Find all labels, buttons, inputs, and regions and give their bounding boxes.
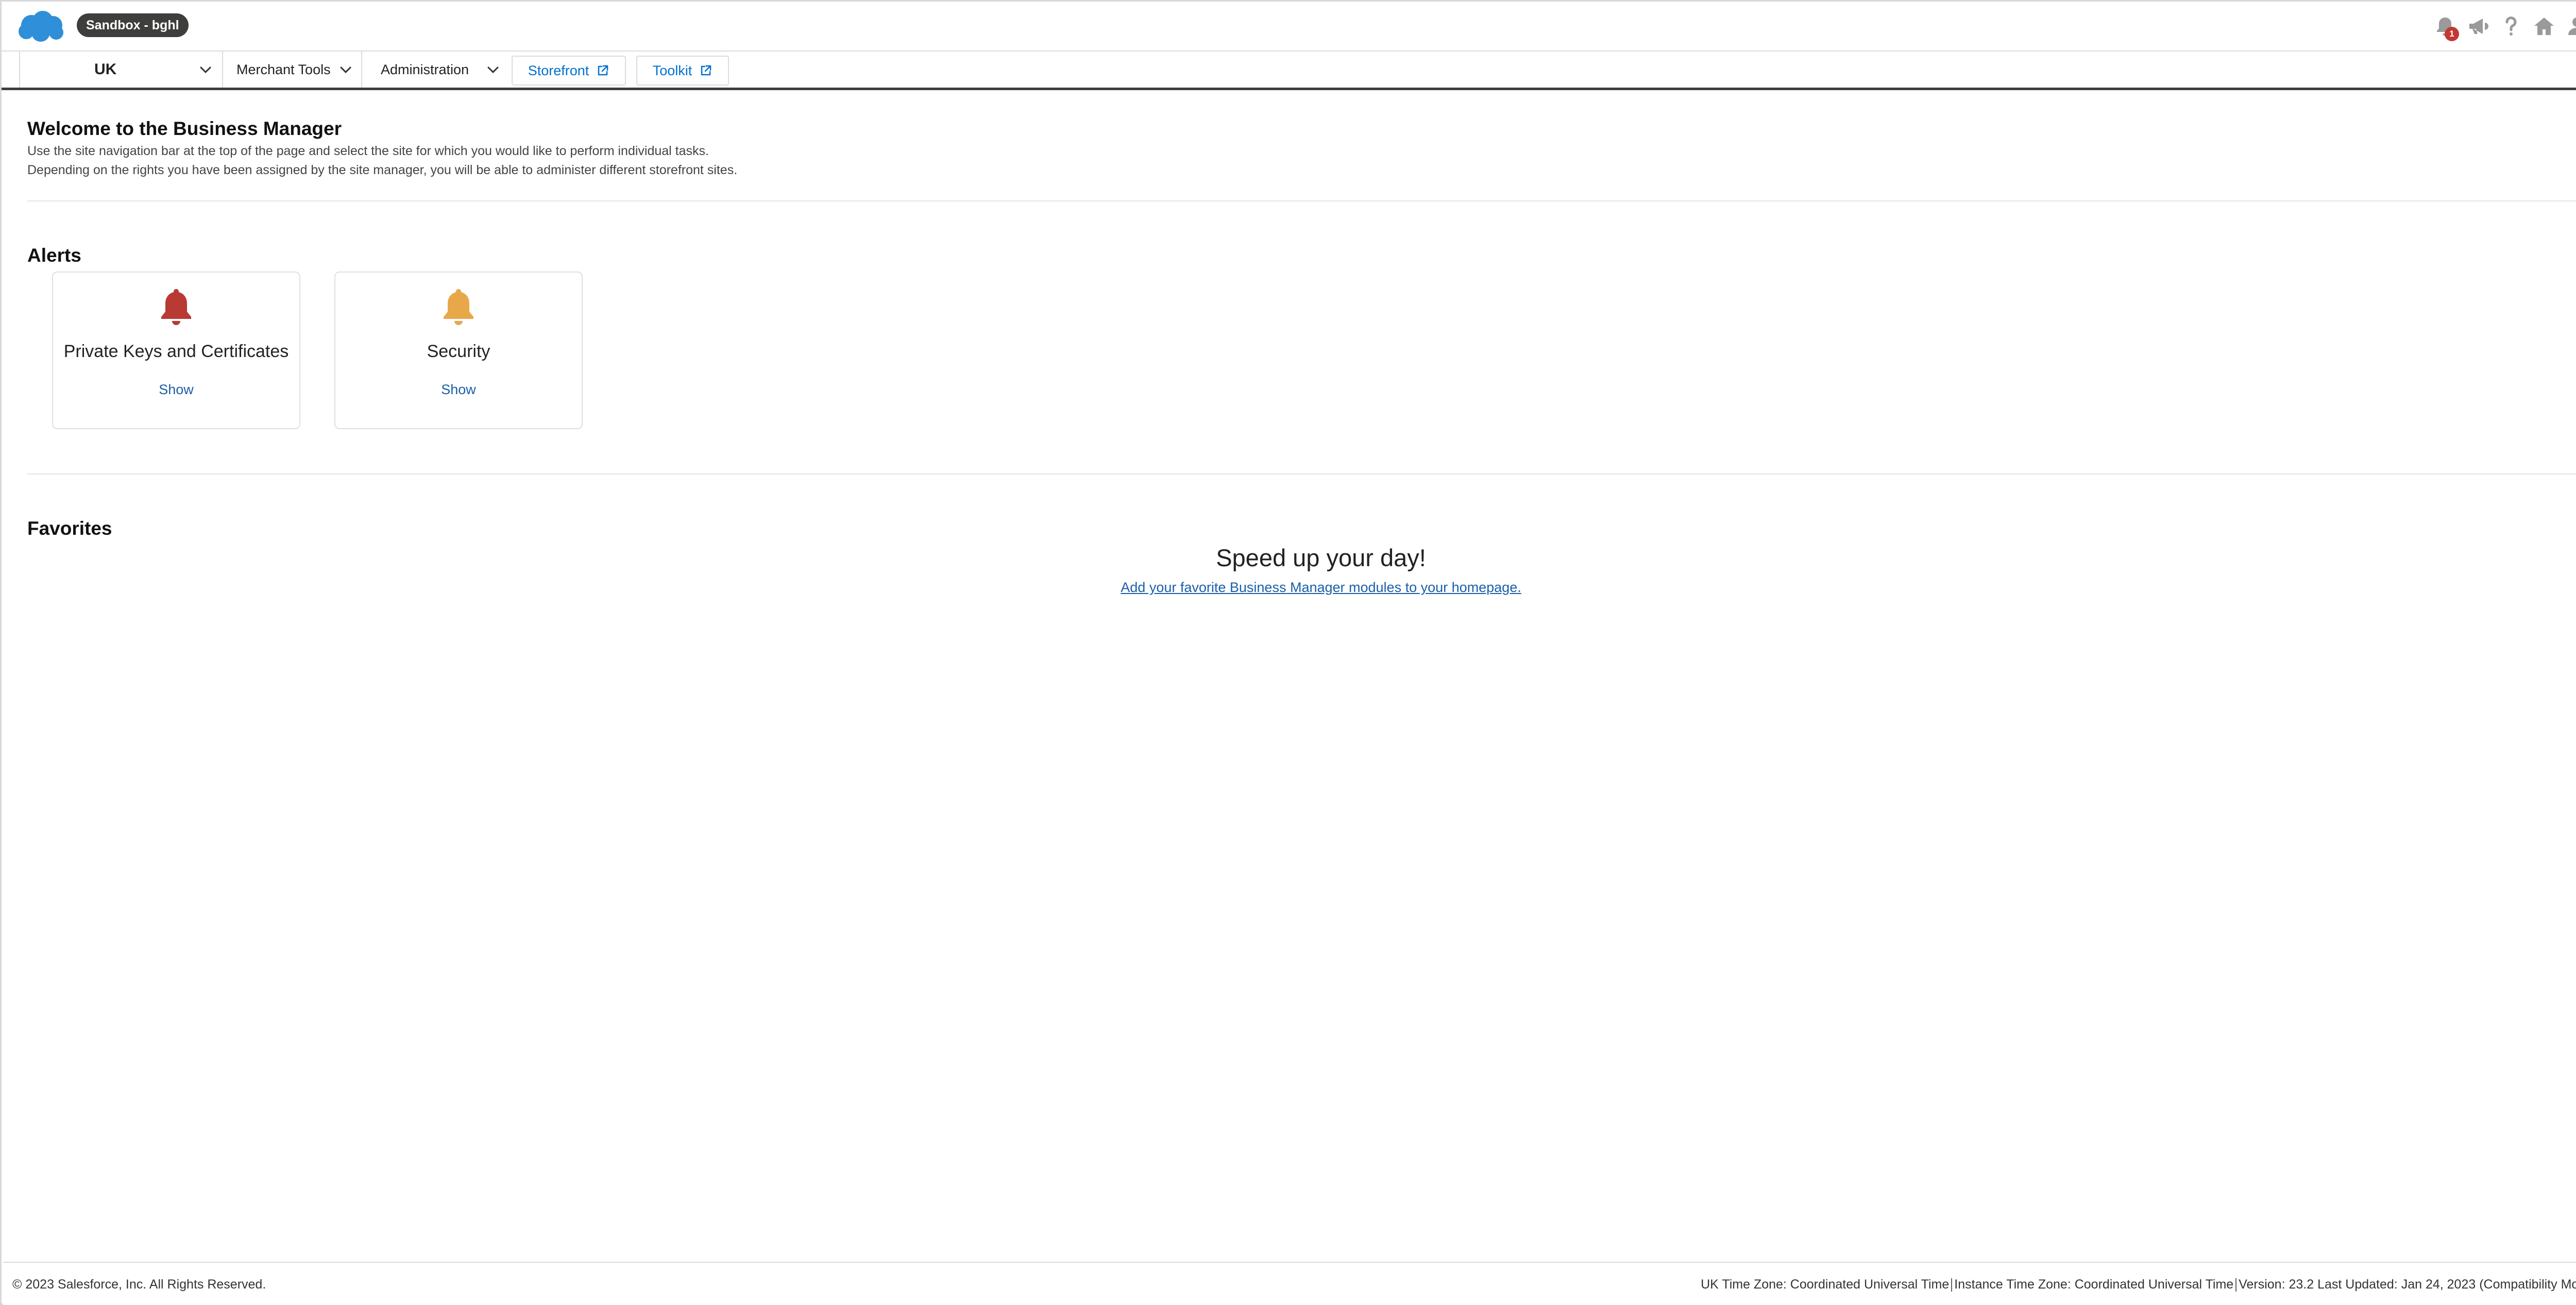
alert-show-link[interactable]: Show — [335, 382, 582, 398]
storefront-link[interactable]: Storefront — [512, 56, 626, 86]
footer-info: UK Time Zone: Coordinated Universal Time… — [1701, 1277, 2576, 1292]
sandbox-badge: Sandbox - bghl — [77, 13, 189, 37]
footer-separator — [2235, 1278, 2237, 1292]
administration-label: Administration — [381, 61, 469, 77]
page-footer: © 2023 Salesforce, Inc. All Rights Reser… — [3, 1262, 2576, 1305]
alert-card-label: Private Keys and Certificates — [63, 342, 289, 361]
merchant-tools-menu[interactable]: Merchant Tools — [224, 52, 362, 88]
footer-instance-time-zone: Instance Time Zone: Coordinated Universa… — [1954, 1277, 2234, 1292]
site-navigation-bar: UK Merchant Tools Administration Storefr… — [2, 52, 2576, 90]
megaphone-icon — [2469, 19, 2488, 34]
home-button[interactable] — [2532, 14, 2556, 38]
header-icon-group: 1 — [2433, 13, 2576, 41]
toolkit-label: Toolkit — [652, 62, 692, 78]
help-button[interactable] — [2499, 14, 2523, 38]
announcements-button[interactable] — [2466, 14, 2490, 38]
welcome-text-line-2: Depending on the rights you have been as… — [27, 163, 738, 177]
user-icon — [2568, 18, 2576, 35]
bell-icon — [158, 287, 194, 325]
help-icon — [2505, 16, 2517, 36]
administration-menu[interactable]: Administration — [363, 52, 505, 88]
welcome-text-line-1: Use the site navigation bar at the top o… — [27, 144, 709, 158]
alert-card-private-keys: Private Keys and Certificates Show — [52, 272, 300, 429]
site-selector[interactable]: UK — [19, 52, 223, 88]
chevron-down-icon — [198, 62, 213, 77]
site-selector-value: UK — [94, 61, 117, 78]
external-link-icon — [596, 64, 609, 77]
footer-site-time-zone: UK Time Zone: Coordinated Universal Time — [1701, 1277, 1950, 1292]
page-title: Welcome to the Business Manager — [27, 118, 342, 139]
favorites-empty-state: Speed up your day! Add your favorite Bus… — [2, 541, 2576, 600]
footer-separator — [1951, 1278, 1953, 1292]
favorites-title: Favorites — [27, 518, 112, 539]
app-frame: Sandbox - bghl 1 UK Merchant Tools Admin… — [0, 0, 2576, 1305]
alert-card-security: Security Show — [334, 272, 583, 429]
alert-show-link[interactable]: Show — [53, 382, 299, 398]
chevron-down-icon — [338, 62, 353, 77]
user-profile-button[interactable] — [2565, 14, 2576, 38]
notification-count-badge: 1 — [2445, 27, 2459, 41]
storefront-label: Storefront — [528, 62, 589, 78]
add-favorites-link[interactable]: Add your favorite Business Manager modul… — [1121, 580, 1521, 595]
top-header: Sandbox - bghl 1 — [2, 2, 2576, 52]
section-divider — [27, 473, 2576, 474]
salesforce-cloud-icon[interactable] — [16, 8, 66, 44]
chevron-down-icon — [486, 62, 500, 77]
alerts-title: Alerts — [27, 245, 81, 266]
notifications-button[interactable]: 1 — [2433, 14, 2459, 41]
bell-icon — [440, 287, 477, 325]
alert-card-label: Security — [427, 342, 490, 361]
welcome-section: Welcome to the Business Manager Use the … — [27, 116, 2552, 180]
external-link-icon — [699, 64, 713, 77]
home-icon — [2534, 18, 2554, 35]
section-divider — [27, 200, 2576, 201]
favorites-empty-heading: Speed up your day! — [1216, 544, 1426, 571]
merchant-tools-label: Merchant Tools — [236, 61, 331, 77]
footer-version: Version: 23.2 Last Updated: Jan 24, 2023… — [2239, 1277, 2576, 1292]
footer-copyright: © 2023 Salesforce, Inc. All Rights Reser… — [12, 1277, 266, 1292]
toolkit-link[interactable]: Toolkit — [636, 56, 729, 86]
